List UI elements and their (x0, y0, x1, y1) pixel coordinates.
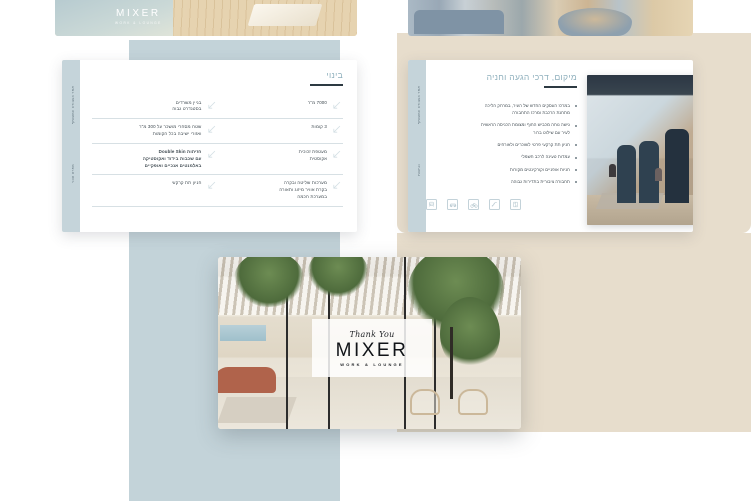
table-row: מעטפת זכוכית אקוסטית חזיתות Double Skin עם … (92, 143, 343, 174)
slide-location[interactable]: מיקום, דרכי הגעה וחניה במרכז העסקים החדש… (408, 60, 693, 232)
sidebar-label-bottom: נגישות (416, 164, 421, 176)
table-bottom-rule (92, 205, 343, 223)
elevator-icon (510, 199, 521, 211)
spec-cell-right: מעטפת זכוכית אקוסטית (218, 143, 344, 174)
slide-location-body: מיקום, דרכי הגעה וחניה במרכז העסקים החדש… (426, 60, 693, 232)
banner-image-left: MIXER WORK & LOUNGE (55, 0, 357, 36)
arrow-diagonal-icon (332, 101, 341, 110)
spec-cell-right: 7000 מ"ר (218, 95, 344, 119)
slide-construction-sidebar: אתר העבודה המשותף מפרט טכני (62, 60, 80, 232)
photo-rug (218, 397, 297, 423)
arrow-diagonal-icon (207, 101, 216, 110)
lounge-seating-photo (408, 0, 693, 36)
spec-cell-right: מערכות שליטה ובקרה בקרת אוויר מיזוג ותאור… (218, 175, 344, 206)
spec-cell-left: חזיתות Double Skin עם שכבות בידוד ואקוסטי… (92, 143, 218, 174)
photo-person (609, 164, 616, 177)
bicycle-icon (468, 199, 479, 211)
list-item: גישה נוחה מכביש החוף ומצומת הכניסה הראשי… (426, 121, 577, 136)
mixer-logo-wordmark: MIXER (335, 339, 409, 361)
thank-you-script: Thank You (349, 329, 395, 339)
list-item: במרכז העסקים החדש של העיר, במרחק הליכה מת… (426, 102, 577, 117)
arrow-diagonal-icon (332, 181, 341, 190)
sidebar-label-bottom: מפרט טכני (70, 164, 75, 184)
spec-cell-right: 3 קומות (218, 119, 344, 144)
wood-slat-interior-photo (55, 0, 357, 36)
table-row: 7000 מ"ר בניין משרדים בסטנדרט גבוה (92, 95, 343, 119)
spec-text: חזיתות Double Skin עם שכבות בידוד ואקוסטי… (142, 148, 202, 168)
photo-booth (665, 129, 689, 203)
arrow-diagonal-icon (332, 150, 341, 159)
photo-chair (458, 389, 488, 415)
spec-text: בניין משרדים בסטנדרט גבוה (172, 99, 202, 112)
title-underline (310, 84, 343, 86)
slide-location-sidebar: אתר העבודה המשותף נגישות (408, 60, 426, 232)
spec-text: מערכות שליטה ובקרה בקרת אוויר מיזוג ותאור… (279, 180, 327, 200)
photo-plant (440, 297, 500, 371)
stairs-icon (489, 199, 500, 211)
sidebar-label-top: אתר העבודה המשותף (70, 86, 75, 125)
spec-cell-left: חניון תת קרקעי (92, 175, 218, 206)
spec-cell-left: בניין משרדים בסטנדרט גבוה (92, 95, 218, 119)
spec-cell-left: שטח מסחרי מושכר על 300 מ"ר ואזורי ישיבה ב… (92, 119, 218, 144)
arrow-diagonal-icon (207, 181, 216, 190)
sidebar-label-top: אתר העבודה המשותף (416, 86, 421, 125)
list-item: חניון תת קרקעי פרטי לשוכרים ולאורחים (426, 141, 577, 148)
train-icon (426, 199, 437, 211)
photo-booth (617, 145, 636, 203)
mixer-logo-banner: MIXER WORK & LOUNGE (115, 9, 162, 25)
spec-text: מעטפת זכוכית אקוסטית (298, 148, 327, 161)
photo-sea-view (220, 325, 266, 341)
list-item: עמדות טעינה לרכב חשמלי (426, 153, 577, 160)
location-amenity-icons (426, 199, 577, 211)
photo-person (655, 168, 662, 181)
office-booths-photo (587, 75, 693, 225)
list-item: תחבורה ציבורית בתדירות גבוהה (426, 178, 577, 185)
title-underline (544, 86, 577, 88)
slide-construction[interactable]: בינוי 7000 מ"ר בניין משרדים בסטנדרט גבוה 3 … (62, 60, 357, 232)
thank-you-plate: Thank You MIXER WORK & LOUNGE (312, 319, 432, 377)
arrow-diagonal-icon (207, 150, 216, 159)
arrow-diagonal-icon (332, 125, 341, 134)
presentation-canvas: MIXER WORK & LOUNGE בינוי 7000 מ"ר בניין … (0, 0, 751, 501)
location-bullet-list: במרכז העסקים החדש של העיר, במרחק הליכה מת… (426, 102, 577, 186)
photo-chair (410, 389, 440, 415)
mixer-logo-wordmark: MIXER (116, 8, 161, 19)
car-icon (447, 199, 458, 211)
spec-text: חניון תת קרקעי (171, 180, 202, 186)
arrow-diagonal-icon (207, 125, 216, 134)
location-text-column: מיקום, דרכי הגעה וחניה במרכז העסקים החדש… (426, 70, 577, 224)
spec-text: 7000 מ"ר (307, 99, 327, 105)
slide-thank-you[interactable]: Thank You MIXER WORK & LOUNGE (218, 257, 521, 429)
photo-sofa (218, 367, 276, 393)
list-item: חניות אופניים וקורקינטים מקורות (426, 166, 577, 173)
table-row: 3 קומות שטח מסחרי מושכר על 300 מ"ר ואזורי … (92, 118, 344, 144)
slide-location-title: מיקום, דרכי הגעה וחניה (486, 72, 577, 82)
slide-construction-body: בינוי 7000 מ"ר בניין משרדים בסטנדרט גבוה 3 … (80, 60, 357, 232)
construction-spec-table: 7000 מ"ר בניין משרדים בסטנדרט גבוה 3 קומות ש… (92, 95, 343, 206)
slide-construction-title: בינוי (326, 70, 343, 80)
mixer-logo-tagline: WORK & LOUNGE (115, 21, 162, 25)
banner-image-right (408, 0, 693, 36)
spec-text: שטח מסחרי מושכר על 300 מ"ר ואזורי ישיבה ב… (139, 124, 202, 137)
mixer-logo-tagline: WORK & LOUNGE (340, 361, 404, 367)
photo-tree (450, 327, 453, 399)
spec-text: 3 קומות (311, 124, 327, 130)
table-row: מערכות שליטה ובקרה בקרת אוויר מיזוג ותאור… (92, 174, 344, 206)
